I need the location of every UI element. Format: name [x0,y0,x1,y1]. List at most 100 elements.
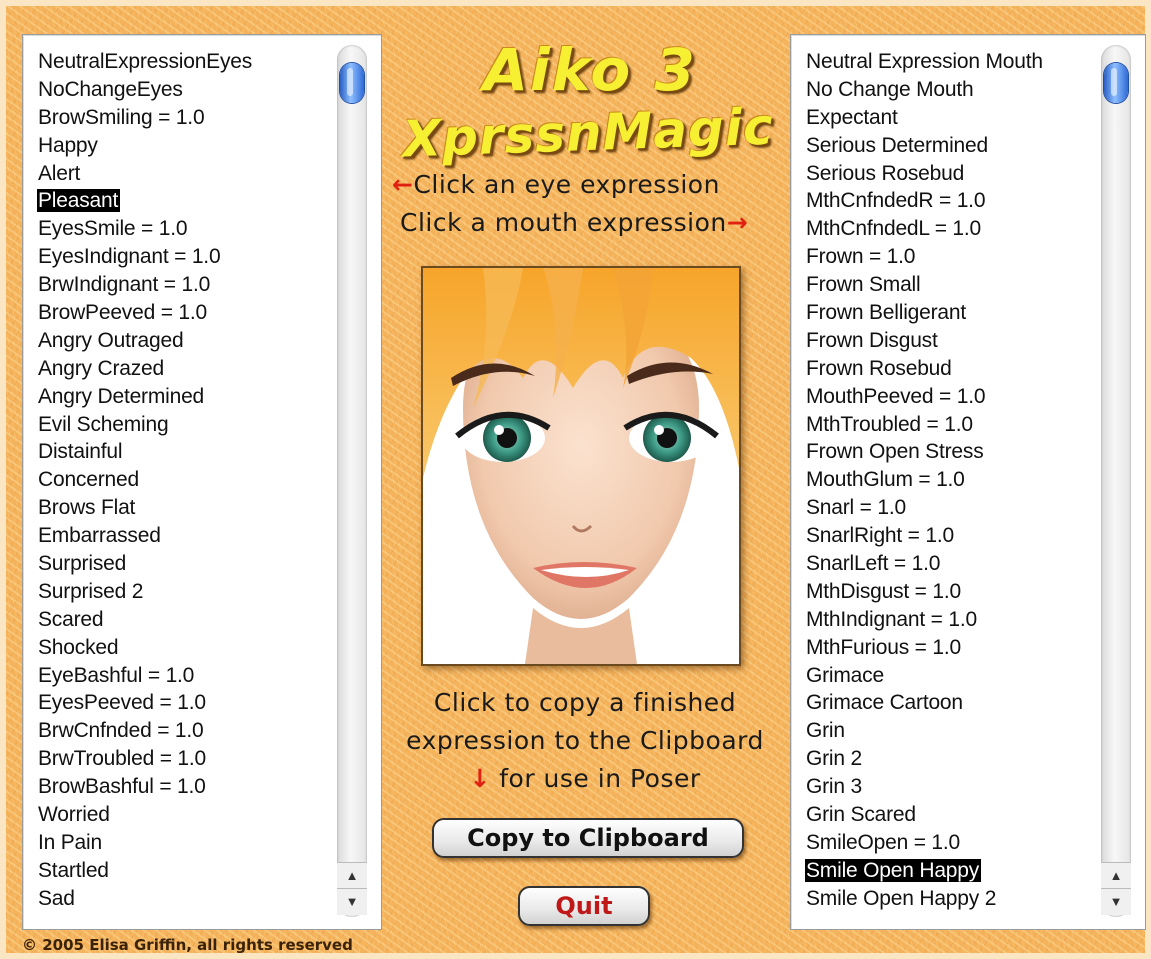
list-item-label: BrowPeeved = 1.0 [38,301,207,325]
list-item[interactable]: Startled [37,857,333,885]
scroll-down-icon[interactable]: ▼ [337,888,367,915]
list-item-label: NoChangeEyes [38,77,183,101]
list-item[interactable]: BrwTroubled = 1.0 [37,745,333,773]
list-item-label: Brows Flat [38,496,136,520]
list-item[interactable]: No Change Mouth [805,76,1097,104]
list-item-label: NeutralExpressionEyes [38,50,253,73]
list-item-label: MouthPeeved = 1.0 [806,384,986,408]
list-item[interactable]: Alert [37,160,333,188]
eye-instruction-text: Click an eye expression [413,170,720,199]
scroll-up-icon[interactable]: ▲ [337,862,367,889]
mouth-list-scrollbar[interactable] [1101,45,1131,917]
list-item[interactable]: Angry Crazed [37,355,333,383]
list-item-label: Angry Crazed [38,356,164,380]
eye-list-scrollbar[interactable] [337,45,367,917]
eye-expression-list[interactable]: NeutralExpressionEyes NoChangeEyes BrowSmi… [22,34,382,930]
quit-button[interactable]: Quit [518,886,650,926]
list-item[interactable]: MthCnfndedR = 1.0 [805,187,1097,215]
left-arrow-icon: ← [392,170,414,199]
list-item[interactable]: Grin 3 [805,773,1097,801]
list-item[interactable]: NoChangeEyes [37,76,333,104]
list-item[interactable]: MthDisgust = 1.0 [805,578,1097,606]
list-item[interactable]: BrowPeeved = 1.0 [37,299,333,327]
list-item[interactable]: Evil Scheming [37,411,333,439]
list-item[interactable]: Frown Disgust [805,327,1097,355]
list-item-label: Surprised 2 [38,579,144,603]
list-item[interactable]: Frown Rosebud [805,355,1097,383]
list-item[interactable]: Concerned [37,466,333,494]
list-item[interactable]: Frown Open Stress [805,438,1097,466]
list-item[interactable]: EyesPeeved = 1.0 [37,689,333,717]
list-item[interactable]: Grimace Cartoon [805,689,1097,717]
list-item[interactable]: MthCnfndedL = 1.0 [805,215,1097,243]
scroll-up-icon[interactable]: ▲ [1101,862,1131,889]
list-item[interactable]: Frown Belligerant [805,299,1097,327]
list-item[interactable]: BrowSmiling = 1.0 [37,104,333,132]
list-item[interactable]: SnarlLeft = 1.0 [805,550,1097,578]
list-item-label: EyeBashful = 1.0 [38,663,195,687]
list-item[interactable]: Neutral Expression Mouth [805,48,1097,76]
list-item[interactable]: Worried [37,801,333,829]
list-item[interactable]: Grimace [805,662,1097,690]
mouth-list-scroll-thumb[interactable] [1104,63,1128,103]
face-preview-image [421,266,741,666]
mouth-instruction: Click a mouth expression→ [400,208,748,237]
list-item-label: Frown Open Stress [806,440,984,464]
list-item[interactable]: In Pain [37,829,333,857]
list-item[interactable]: BrowBashful = 1.0 [37,773,333,801]
scroll-down-icon[interactable]: ▼ [1101,888,1131,915]
copy-to-clipboard-button[interactable]: Copy to Clipboard [432,818,744,858]
eye-expression-items: NeutralExpressionEyes NoChangeEyes BrowSmi… [37,48,333,913]
list-item[interactable]: BrwIndignant = 1.0 [37,271,333,299]
copy-instruction-line2: expression to the Clipboard [406,726,764,755]
list-item-label: BrwCnfnded = 1.0 [38,719,204,743]
list-item[interactable]: Embarrassed [37,522,333,550]
list-item[interactable]: Happy [37,132,333,160]
list-item[interactable]: Brows Flat [37,494,333,522]
list-item-label: Expectant [806,105,898,129]
list-item[interactable]: MthFurious = 1.0 [805,634,1097,662]
list-item[interactable]: Frown Small [805,271,1097,299]
list-item[interactable]: Smile Open Happy [805,857,1097,885]
list-item[interactable]: Angry Determined [37,383,333,411]
list-item[interactable]: EyesIndignant = 1.0 [37,243,333,271]
list-item[interactable]: SmileOpen = 1.0 [805,829,1097,857]
list-item[interactable]: MthIndignant = 1.0 [805,606,1097,634]
list-item[interactable]: MouthGlum = 1.0 [805,466,1097,494]
list-item-label: EyesSmile = 1.0 [38,217,188,241]
copyright-notice: © 2005 Elisa Griffin, all rights reserve… [22,936,353,954]
list-item[interactable]: MouthPeeved = 1.0 [805,383,1097,411]
app-subtitle: XprssnMagic [401,97,775,169]
mouth-instruction-text: Click a mouth expression [400,208,727,237]
list-item[interactable]: Snarl = 1.0 [805,494,1097,522]
eye-list-scroll-thumb[interactable] [340,63,364,103]
list-item[interactable]: Serious Rosebud [805,160,1097,188]
list-item[interactable]: Surprised [37,550,333,578]
list-item[interactable]: Distainful [37,438,333,466]
list-item[interactable]: NeutralExpressionEyes [37,48,333,76]
list-item[interactable]: Angry Outraged [37,327,333,355]
list-item[interactable]: Serious Determined [805,132,1097,160]
list-item[interactable]: EyeBashful = 1.0 [37,662,333,690]
list-item[interactable]: Surprised 2 [37,578,333,606]
list-item-label: BrowBashful = 1.0 [38,775,206,799]
list-item[interactable]: Sad [37,885,333,913]
list-item-label: Distainful [38,440,123,464]
list-item[interactable]: Shocked [37,634,333,662]
list-item[interactable]: Grin [805,717,1097,745]
list-item[interactable]: MthTroubled = 1.0 [805,411,1097,439]
list-item[interactable]: BrwCnfnded = 1.0 [37,717,333,745]
list-item[interactable]: Pleasant [37,187,333,215]
list-item-label: BrwTroubled = 1.0 [38,747,206,771]
copy-instruction-line3: ↓ for use in Poser [380,764,790,793]
list-item[interactable]: SnarlRight = 1.0 [805,522,1097,550]
list-item[interactable]: EyesSmile = 1.0 [37,215,333,243]
mouth-expression-list[interactable]: Neutral Expression Mouth No Change Mouth E… [790,34,1146,930]
list-item[interactable]: Scared [37,606,333,634]
list-item[interactable]: Grin 2 [805,745,1097,773]
list-item[interactable]: Smile Open Happy 2 [805,885,1097,913]
list-item-label: Happy [38,133,98,157]
list-item[interactable]: Grin Scared [805,801,1097,829]
list-item[interactable]: Frown = 1.0 [805,243,1097,271]
list-item[interactable]: Expectant [805,104,1097,132]
